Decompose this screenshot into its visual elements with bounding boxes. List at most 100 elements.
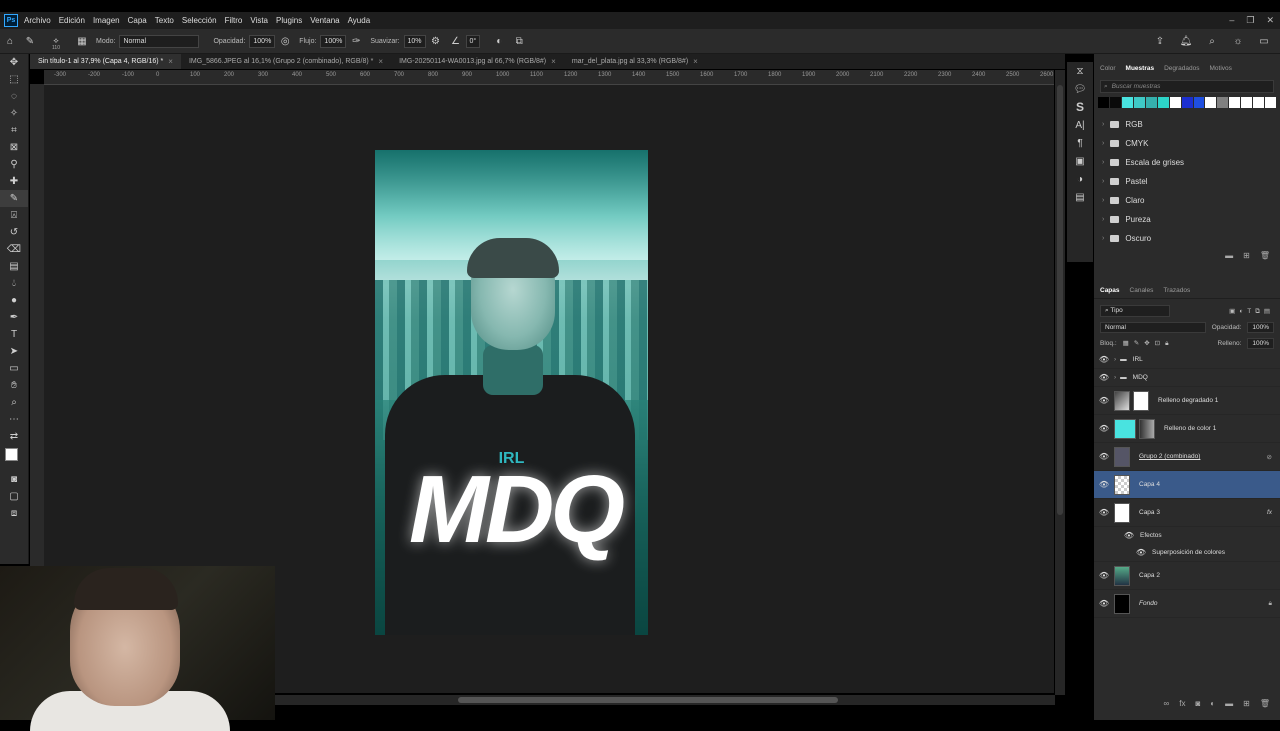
- eye-icon[interactable]: 👁︎: [1094, 396, 1114, 405]
- menu-capa[interactable]: Capa: [128, 16, 147, 25]
- new-group-icon[interactable]: ▬: [1225, 251, 1233, 260]
- color-swatch[interactable]: [1098, 97, 1109, 108]
- close-tab-icon[interactable]: ×: [378, 57, 383, 66]
- tab-degradados[interactable]: Degradados: [1164, 65, 1199, 72]
- angle-field[interactable]: 0°: [465, 34, 481, 48]
- new-group-icon[interactable]: ▬: [1225, 699, 1233, 708]
- blend-mode-select[interactable]: Normal: [1100, 321, 1206, 333]
- discover-icon[interactable]: ☼: [1231, 34, 1245, 48]
- swatch-folder-oscuro[interactable]: › Oscuro: [1094, 229, 1280, 248]
- layer-relleno-color[interactable]: 👁︎ Relleno de color 1: [1094, 415, 1280, 443]
- eraser-tool-icon[interactable]: ⌫: [0, 241, 28, 258]
- brush-tool-icon[interactable]: ✎: [23, 34, 37, 48]
- tab-color[interactable]: Color: [1100, 65, 1116, 72]
- fx-icon[interactable]: fx: [1267, 509, 1272, 516]
- delete-icon[interactable]: 🗑︎: [1260, 251, 1270, 260]
- history-panel-icon[interactable]: ⧖: [1067, 62, 1093, 80]
- brush-tool-icon[interactable]: ✎: [0, 190, 28, 207]
- eye-icon[interactable]: 👁︎: [1094, 452, 1114, 461]
- gradient-tool-icon[interactable]: ▤: [0, 258, 28, 275]
- color-swatch[interactable]: [1121, 97, 1133, 108]
- swap-colors-icon[interactable]: ⇄: [0, 428, 28, 445]
- horizontal-scrollbar[interactable]: [275, 695, 1055, 705]
- eye-icon[interactable]: 👁︎: [1094, 571, 1114, 580]
- tab-sin-titulo[interactable]: Sin título-1 al 37,9% (Capa 4, RGB/16) *…: [30, 54, 181, 69]
- home-icon[interactable]: ⌂: [3, 34, 17, 48]
- mode-select[interactable]: Normal: [119, 34, 200, 48]
- color-swatch[interactable]: [1157, 97, 1169, 108]
- rectangle-tool-icon[interactable]: ▭: [0, 360, 28, 377]
- blur-tool-icon[interactable]: 💧︎: [0, 275, 28, 292]
- lasso-tool-icon[interactable]: ◌: [0, 88, 28, 105]
- color-swatch[interactable]: [1253, 97, 1265, 108]
- tab-motivos[interactable]: Motivos: [1210, 65, 1232, 72]
- new-layer-icon[interactable]: ⊞: [1243, 699, 1250, 708]
- swatch-folder-escala-de-grises[interactable]: › Escala de grises: [1094, 153, 1280, 172]
- menu-imagen[interactable]: Imagen: [93, 16, 120, 25]
- color-swatch[interactable]: [1145, 97, 1157, 108]
- move-tool-icon[interactable]: ✥: [0, 54, 28, 71]
- swatch-folder-rgb[interactable]: › RGB: [1094, 115, 1280, 134]
- color-swatch[interactable]: [1241, 97, 1253, 108]
- brush-settings-icon[interactable]: ▦: [75, 34, 89, 48]
- more-tools-icon[interactable]: ⋯: [0, 411, 28, 428]
- tab-canales[interactable]: Canales: [1130, 287, 1154, 294]
- layer-capa-3[interactable]: 👁︎ Capa 3 fx: [1094, 499, 1280, 527]
- smooth-field[interactable]: 10%: [403, 34, 426, 48]
- pen-tool-icon[interactable]: ✒: [0, 309, 28, 326]
- libraries-panel-icon[interactable]: ▣: [1067, 152, 1093, 170]
- notifications-icon[interactable]: 🔔︎: [1179, 34, 1193, 48]
- menu-archivo[interactable]: Archivo: [24, 16, 51, 25]
- document-artwork[interactable]: IRL MDQ: [375, 150, 648, 635]
- pressure-size-icon[interactable]: ◐: [492, 34, 506, 48]
- restore-icon[interactable]: ❐: [1246, 15, 1254, 26]
- character-panel-icon[interactable]: A|: [1067, 116, 1093, 134]
- foreground-color[interactable]: [5, 448, 18, 461]
- tab-img-5866[interactable]: IMG_5866.JPEG al 16,1% (Grupo 2 (combina…: [181, 54, 391, 69]
- stock-panel-icon[interactable]: S: [1067, 98, 1093, 116]
- screen-mode-icon[interactable]: ▢: [0, 488, 28, 505]
- close-icon[interactable]: ✕: [1266, 15, 1274, 26]
- eye-icon[interactable]: 👁︎: [1094, 599, 1114, 608]
- frame-tool-icon[interactable]: ⊠: [0, 139, 28, 156]
- artboard-icon[interactable]: ⧈: [0, 505, 28, 522]
- color-swatch[interactable]: [1205, 97, 1217, 108]
- flow-field[interactable]: 100%: [320, 34, 347, 48]
- close-tab-icon[interactable]: ×: [551, 57, 556, 66]
- layer-filter-select[interactable]: ⌕ Tipo: [1100, 305, 1170, 317]
- pressure-opacity-icon[interactable]: ◎: [278, 34, 292, 48]
- swatches-search-input[interactable]: ⌕ Buscar muestras: [1100, 80, 1274, 93]
- chevron-right-icon[interactable]: ›: [1114, 374, 1116, 381]
- layer-fill-field[interactable]: 100%: [1247, 337, 1274, 349]
- layer-capa-2[interactable]: 👁︎ Capa 2: [1094, 562, 1280, 590]
- layer-opacity-field[interactable]: 100%: [1247, 321, 1274, 333]
- symmetry-icon[interactable]: ⧉: [512, 34, 526, 48]
- layer-grupo-2[interactable]: 👁︎ Grupo 2 (combinado) ⊘: [1094, 443, 1280, 471]
- eye-icon[interactable]: 👁︎: [1094, 373, 1114, 382]
- path-select-tool-icon[interactable]: ➤: [0, 343, 28, 360]
- close-tab-icon[interactable]: ×: [693, 57, 698, 66]
- layer-effects[interactable]: 👁︎ Efectos: [1094, 527, 1280, 544]
- zoom-tool-icon[interactable]: ⌕: [0, 394, 28, 411]
- tab-muestras[interactable]: Muestras: [1126, 65, 1155, 72]
- dodge-tool-icon[interactable]: ●: [0, 292, 28, 309]
- color-swatch[interactable]: [1181, 97, 1193, 108]
- tab-capas[interactable]: Capas: [1100, 287, 1120, 294]
- brush-preset-icon[interactable]: ⟡ 110: [43, 34, 69, 51]
- stamp-tool-icon[interactable]: ⍓: [0, 207, 28, 224]
- eye-icon[interactable]: 👁︎: [1094, 548, 1146, 557]
- swatch-folder-claro[interactable]: › Claro: [1094, 191, 1280, 210]
- swatch-folder-pureza[interactable]: › Pureza: [1094, 210, 1280, 229]
- healing-brush-tool-icon[interactable]: ✚: [0, 173, 28, 190]
- color-swatch[interactable]: [1265, 97, 1277, 108]
- link-layers-icon[interactable]: ∞: [1164, 699, 1170, 708]
- add-mask-icon[interactable]: ◙: [1195, 699, 1200, 708]
- eye-icon[interactable]: 👁︎: [1094, 355, 1114, 364]
- menu-vista[interactable]: Vista: [250, 16, 268, 25]
- delete-icon[interactable]: 🗑︎: [1260, 699, 1270, 708]
- layer-relleno-degradado[interactable]: 👁︎ Relleno degradado 1: [1094, 387, 1280, 415]
- airbrush-icon[interactable]: ✑: [349, 34, 363, 48]
- layer-capa-4[interactable]: 👁︎ Capa 4: [1094, 471, 1280, 499]
- smoothing-settings-icon[interactable]: ⚙: [429, 34, 443, 48]
- color-swatch[interactable]: [1109, 97, 1121, 108]
